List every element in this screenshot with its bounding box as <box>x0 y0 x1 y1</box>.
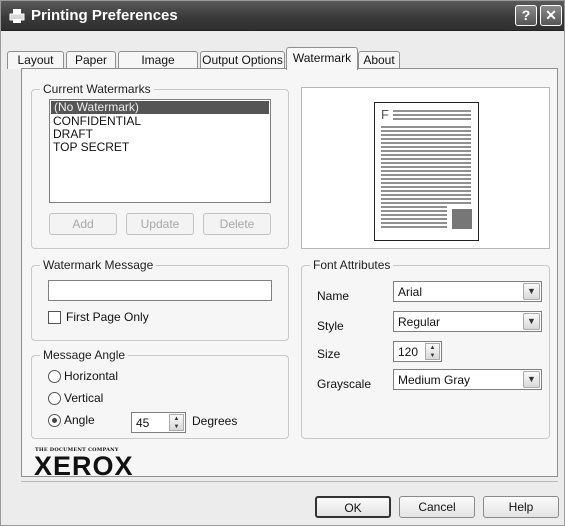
vertical-radio[interactable] <box>48 392 61 405</box>
footer-divider <box>21 481 558 482</box>
window-title: Printing Preferences <box>31 7 178 24</box>
preview-page: F <box>374 102 479 241</box>
font-size-spinner[interactable]: 120 ▲ ▼ <box>393 341 442 362</box>
tab-layout[interactable]: Layout <box>7 51 64 69</box>
preview-page-graphic: F <box>381 107 472 229</box>
tab-output-options[interactable]: Output Options <box>200 51 285 69</box>
watermark-list[interactable]: (No Watermark) CONFIDENTIAL DRAFT TOP SE… <box>49 99 271 203</box>
watermark-message-legend: Watermark Message <box>40 258 157 272</box>
grayscale-value: Medium Gray <box>398 373 471 387</box>
list-item[interactable]: TOP SECRET <box>50 141 270 154</box>
angle-radio[interactable] <box>48 414 61 427</box>
font-size-value: 120 <box>398 345 419 359</box>
printer-icon <box>9 9 25 23</box>
angle-label: Angle <box>64 413 95 427</box>
first-page-only-checkbox[interactable] <box>48 311 61 324</box>
degrees-label: Degrees <box>192 414 238 428</box>
title-close-button[interactable]: ✕ <box>540 5 562 26</box>
watermark-message-group: Watermark Message <box>31 258 289 341</box>
grayscale-select[interactable]: Medium Gray ▼ <box>393 369 542 390</box>
update-button[interactable]: Update <box>126 213 194 235</box>
angle-value: 45 <box>136 416 150 430</box>
ok-button[interactable]: OK <box>315 496 391 518</box>
preview-image-block <box>452 209 472 229</box>
spinner-arrows-icon[interactable]: ▲ ▼ <box>425 343 440 360</box>
style-label: Style <box>317 319 344 333</box>
font-attributes-legend: Font Attributes <box>310 258 394 272</box>
horizontal-radio[interactable] <box>48 370 61 383</box>
printing-preferences-window: Printing Preferences ? ✕ Layout Paper Im… <box>0 0 565 526</box>
tab-watermark[interactable]: Watermark <box>286 47 358 70</box>
angle-spinner[interactable]: 45 ▲ ▼ <box>131 412 186 433</box>
title-help-button[interactable]: ? <box>515 5 537 26</box>
watermark-preview: F <box>301 87 550 249</box>
chevron-down-icon[interactable]: ▼ <box>523 313 540 330</box>
help-button[interactable]: Help <box>483 496 559 518</box>
tab-image-options[interactable]: Image Options <box>118 51 198 83</box>
spinner-arrows-icon[interactable]: ▲ ▼ <box>169 414 184 431</box>
delete-button[interactable]: Delete <box>203 213 271 235</box>
cancel-button[interactable]: Cancel <box>399 496 475 518</box>
current-watermarks-legend: Current Watermarks <box>40 82 154 96</box>
vertical-label: Vertical <box>64 391 104 405</box>
name-label: Name <box>317 289 350 303</box>
watermark-message-input[interactable] <box>48 280 272 301</box>
font-style-value: Regular <box>398 315 441 329</box>
title-bar[interactable]: Printing Preferences ? ✕ <box>1 1 564 31</box>
add-button[interactable]: Add <box>49 213 117 235</box>
font-name-value: Arial <box>398 285 423 299</box>
size-label: Size <box>317 347 341 361</box>
horizontal-label: Horizontal <box>64 369 119 383</box>
font-name-select[interactable]: Arial ▼ <box>393 281 542 302</box>
tab-paper[interactable]: Paper <box>66 51 116 69</box>
grayscale-label: Grayscale <box>317 377 372 391</box>
message-angle-legend: Message Angle <box>40 348 129 362</box>
chevron-down-icon[interactable]: ▼ <box>523 283 540 300</box>
tab-about[interactable]: About <box>358 51 400 69</box>
chevron-down-icon[interactable]: ▼ <box>523 371 540 388</box>
font-style-select[interactable]: Regular ▼ <box>393 311 542 332</box>
xerox-logo: XEROX <box>34 451 134 481</box>
first-page-only-label: First Page Only <box>66 310 149 324</box>
preview-letter: F <box>381 107 389 122</box>
list-item[interactable]: (No Watermark) <box>51 101 269 114</box>
